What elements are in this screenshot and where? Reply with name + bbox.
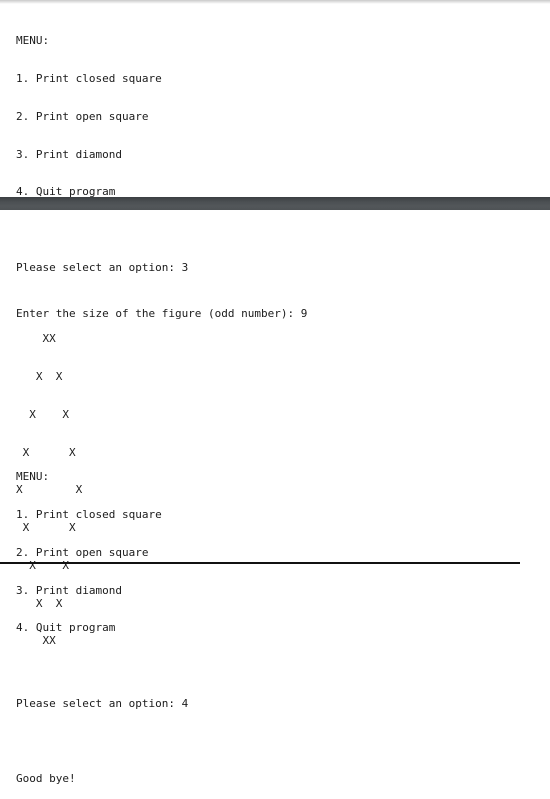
figure-row: X X (16, 369, 63, 383)
window-top-edge (0, 0, 550, 4)
menu-option-1-bottom: 1. Print closed square (16, 507, 162, 521)
figure-row: X X (16, 407, 69, 421)
bottom-horizontal-rule (0, 562, 520, 564)
menu-option-3-bottom: 3. Print diamond (16, 583, 122, 597)
menu-option-2-bottom: 2. Print open square (16, 545, 149, 559)
console-output-bottom: MENU: 1. Print closed square 2. Print op… (16, 446, 188, 799)
menu-option-1-top: 1. Print closed square (16, 71, 162, 85)
figure-row: XX (16, 332, 56, 346)
farewell-message: Good bye! (16, 772, 76, 786)
option-prompt-bottom: Please select an option: 4 (16, 696, 189, 710)
menu-heading-bottom: MENU: (16, 470, 50, 484)
menu-option-3-top: 3. Print diamond (16, 147, 122, 161)
option-prompt-top: Please select an option: 3 (16, 260, 189, 274)
capture-divider-band (0, 197, 550, 210)
menu-option-4-bottom: 4. Quit program (16, 621, 116, 635)
console-output-top: MENU: 1. Print closed square 2. Print op… (16, 10, 188, 287)
menu-option-2-top: 2. Print open square (16, 109, 149, 123)
menu-heading-top: MENU: (16, 34, 50, 48)
